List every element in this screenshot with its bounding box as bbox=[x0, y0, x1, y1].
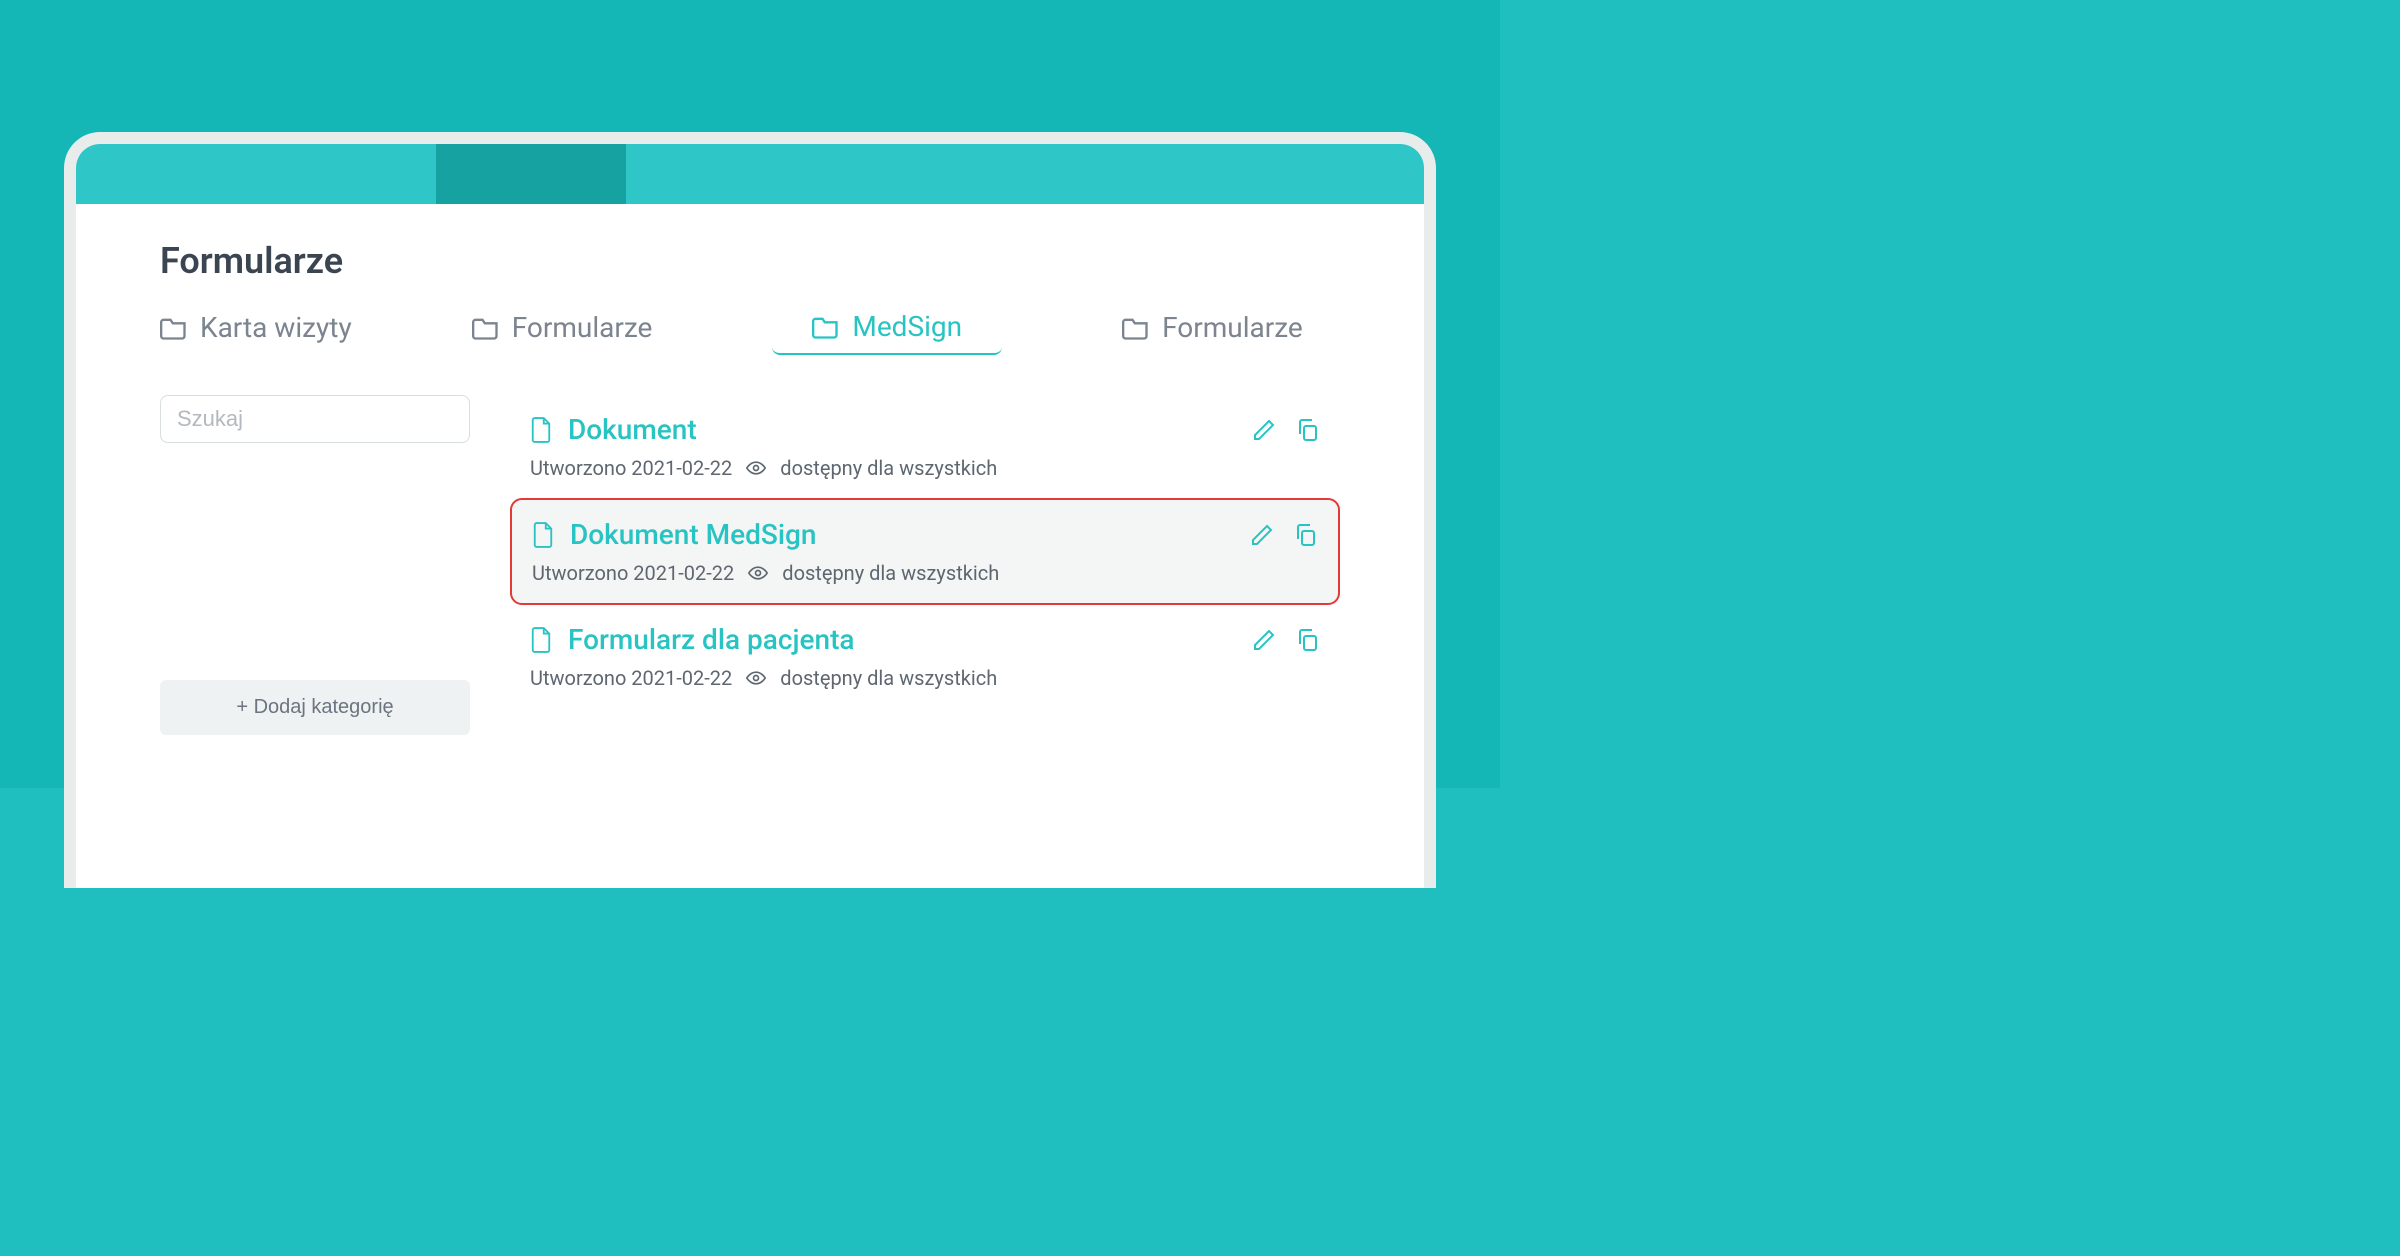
tab-label: MedSign bbox=[852, 310, 962, 343]
visibility-text: dostępny dla wszystkich bbox=[780, 666, 997, 690]
file-icon bbox=[532, 521, 554, 549]
copy-icon[interactable] bbox=[1296, 628, 1320, 652]
created-text: Utworzono 2021-02-22 bbox=[530, 456, 732, 480]
page-content: Formularze Karta wizyty Formularze MedSi… bbox=[76, 204, 1424, 735]
created-text: Utworzono 2021-02-22 bbox=[530, 666, 732, 690]
item-header: Formularz dla pacjenta bbox=[530, 623, 1320, 656]
item-meta: Utworzono 2021-02-22 dostępny dla wszyst… bbox=[530, 666, 1320, 690]
tab-label: Formularze bbox=[1162, 311, 1303, 344]
tab-formularze-2[interactable]: Formularze bbox=[1122, 310, 1303, 355]
visibility-text: dostępny dla wszystkich bbox=[782, 561, 999, 585]
list-item[interactable]: Dokument MedSign Utworzono 2021-02-22 do… bbox=[510, 498, 1340, 605]
document-list: Dokument Utworzono 2021-02-22 dostępny d… bbox=[510, 395, 1340, 735]
search-input[interactable] bbox=[177, 406, 465, 432]
topbar bbox=[76, 144, 1424, 204]
item-actions bbox=[1252, 628, 1320, 652]
file-icon bbox=[530, 626, 552, 654]
eye-icon bbox=[746, 670, 766, 686]
item-actions bbox=[1250, 523, 1318, 547]
sidebar: + Dodaj kategorię bbox=[160, 395, 470, 735]
tabs: Karta wizyty Formularze MedSign Formular… bbox=[160, 310, 1340, 355]
edit-icon[interactable] bbox=[1252, 418, 1276, 442]
item-title: Dokument bbox=[568, 413, 697, 446]
folder-icon bbox=[812, 315, 840, 339]
item-meta: Utworzono 2021-02-22 dostępny dla wszyst… bbox=[530, 456, 1320, 480]
created-text: Utworzono 2021-02-22 bbox=[532, 561, 734, 585]
topbar-active-section bbox=[436, 144, 626, 204]
copy-icon[interactable] bbox=[1294, 523, 1318, 547]
edit-icon[interactable] bbox=[1252, 628, 1276, 652]
add-category-button[interactable]: + Dodaj kategorię bbox=[160, 680, 470, 735]
visibility-text: dostępny dla wszystkich bbox=[780, 456, 997, 480]
tab-formularze-1[interactable]: Formularze bbox=[472, 310, 653, 355]
folder-icon bbox=[160, 316, 188, 340]
tab-medsign[interactable]: MedSign bbox=[772, 310, 1002, 355]
copy-icon[interactable] bbox=[1296, 418, 1320, 442]
edit-icon[interactable] bbox=[1250, 523, 1274, 547]
list-item[interactable]: Dokument Utworzono 2021-02-22 dostępny d… bbox=[510, 395, 1340, 498]
search-box[interactable] bbox=[160, 395, 470, 443]
tab-karta-wizyty[interactable]: Karta wizyty bbox=[160, 310, 352, 355]
item-title: Formularz dla pacjenta bbox=[568, 623, 855, 656]
item-actions bbox=[1252, 418, 1320, 442]
page-title: Formularze bbox=[160, 240, 1340, 282]
eye-icon bbox=[748, 565, 768, 581]
folder-icon bbox=[1122, 316, 1150, 340]
tab-label: Karta wizyty bbox=[200, 311, 352, 344]
eye-icon bbox=[746, 460, 766, 476]
content-area: + Dodaj kategorię Dokument Utworzono 202… bbox=[160, 395, 1340, 735]
tab-label: Formularze bbox=[512, 311, 653, 344]
app-window: Formularze Karta wizyty Formularze MedSi… bbox=[64, 132, 1436, 888]
folder-icon bbox=[472, 316, 500, 340]
item-meta: Utworzono 2021-02-22 dostępny dla wszyst… bbox=[532, 561, 1318, 585]
file-icon bbox=[530, 416, 552, 444]
list-item[interactable]: Formularz dla pacjenta Utworzono 2021-02… bbox=[510, 605, 1340, 708]
item-header: Dokument MedSign bbox=[532, 518, 1318, 551]
item-header: Dokument bbox=[530, 413, 1320, 446]
item-title: Dokument MedSign bbox=[570, 518, 816, 551]
